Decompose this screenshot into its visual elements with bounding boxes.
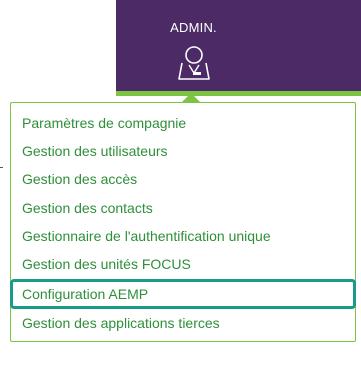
menu-item-sso-manager[interactable]: Gestionnaire de l'authentification uniqu… — [11, 222, 355, 250]
admin-menu-screen: ADMIN. Paramètres de compagnie Gestion d… — [0, 0, 361, 371]
active-tab-underline — [116, 91, 361, 96]
divider-tick — [0, 167, 3, 168]
top-navigation-bar: ADMIN. — [0, 0, 361, 96]
dropdown-pointer-arrow — [182, 93, 200, 102]
admin-tab-label: ADMIN. — [170, 20, 217, 35]
menu-item-focus-units[interactable]: Gestion des unités FOCUS — [11, 250, 355, 278]
admin-tab[interactable]: ADMIN. — [116, 0, 361, 92]
admin-dropdown-menu: Paramètres de compagnie Gestion des util… — [10, 102, 356, 342]
menu-item-company-settings[interactable]: Paramètres de compagnie — [11, 109, 355, 137]
menu-item-user-management[interactable]: Gestion des utilisateurs — [11, 137, 355, 165]
menu-item-contact-management[interactable]: Gestion des contacts — [11, 194, 355, 222]
menu-item-third-party-apps[interactable]: Gestion des applications tierces — [11, 309, 355, 337]
menu-item-access-management[interactable]: Gestion des accès — [11, 165, 355, 193]
menu-item-aemp-configuration[interactable]: Configuration AEMP — [10, 279, 356, 309]
nav-left-area — [0, 0, 116, 92]
user-admin-icon — [178, 46, 210, 80]
